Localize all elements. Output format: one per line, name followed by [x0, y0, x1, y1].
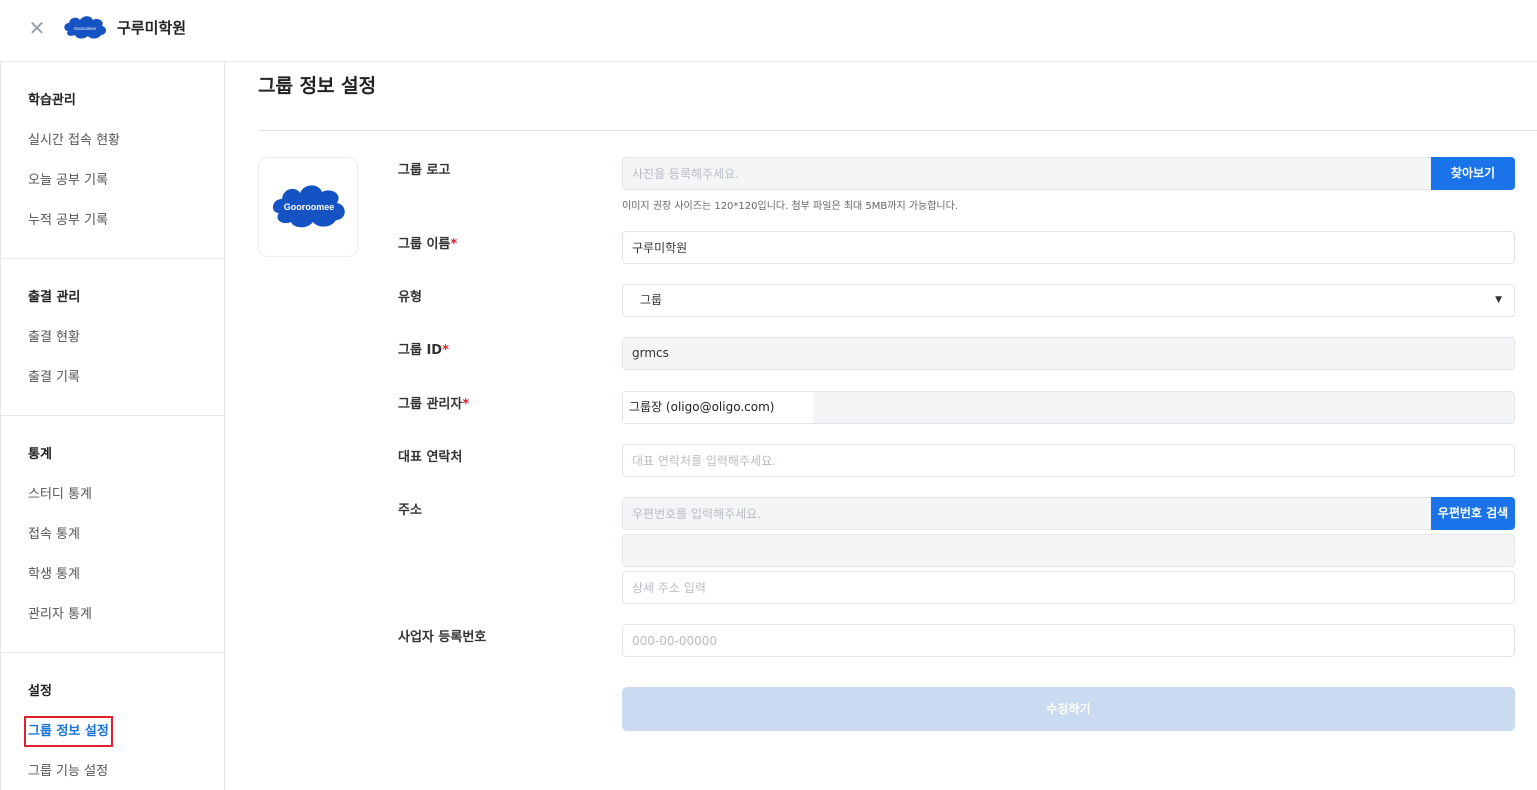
sidebar-item-group-info-settings[interactable]: 그룹 정보 설정 — [1, 716, 224, 759]
business-number-label: 사업자 등록번호 — [398, 630, 487, 645]
group-name-label-text: 그룹 이름 — [398, 237, 451, 252]
group-admin-label-text: 그룹 관리자 — [398, 397, 463, 412]
chevron-down-icon: ▼ — [1495, 295, 1502, 305]
sidebar-heading: 출결 관리 — [28, 290, 81, 305]
address-line-field — [622, 534, 1515, 567]
close-icon[interactable]: ✕ — [26, 17, 48, 39]
logo-file-input[interactable] — [622, 157, 1432, 190]
group-admin-label: 그룹 관리자* — [398, 393, 469, 412]
group-id-field: grmcs — [622, 337, 1515, 370]
group-name-input[interactable] — [622, 231, 1515, 264]
group-logo-image: Gooroomee — [272, 185, 345, 228]
address-detail-input[interactable] — [622, 571, 1515, 604]
top-bar: ✕ Gooroomee 구루미학원 — [0, 0, 1537, 62]
sidebar-section-attendance: 출결 관리 출결 현황 출결 기록 — [1, 259, 224, 416]
type-select-value: 그룹 — [640, 293, 663, 307]
sidebar-item-study-stats[interactable]: 스터디 통계 — [1, 482, 224, 522]
divider — [258, 130, 1537, 131]
group-logo-text: Gooroomee — [284, 202, 335, 212]
group-id-label: 그룹 ID* — [398, 339, 449, 358]
required-mark: * — [450, 237, 458, 252]
sidebar-item-label: 그룹 정보 설정 — [24, 716, 113, 747]
sidebar: 학습관리 실시간 접속 현황 오늘 공부 기록 누적 공부 기록 출결 관리 출… — [0, 62, 225, 790]
required-mark: * — [442, 343, 449, 358]
contact-input[interactable] — [622, 444, 1515, 477]
sidebar-section-settings: 설정 그룹 정보 설정 그룹 기능 설정 — [1, 653, 224, 790]
group-id-label-text: 그룹 ID — [398, 343, 443, 358]
submit-button[interactable]: 수정하기 — [622, 687, 1515, 731]
group-admin-value: 그룹장 (oligo@oligo.com) — [623, 392, 813, 423]
group-name-label: 그룹 이름* — [398, 233, 457, 252]
app-logo-text: Gooroomee — [74, 26, 97, 31]
business-number-input[interactable] — [622, 624, 1515, 657]
browse-button[interactable]: 찾아보기 — [1431, 157, 1515, 190]
app-title: 구루미학원 — [117, 19, 187, 37]
sidebar-item-student-stats[interactable]: 학생 통계 — [1, 562, 224, 602]
type-select[interactable]: 그룹 ▼ — [622, 284, 1515, 317]
group-logo-preview: Gooroomee — [258, 157, 358, 257]
sidebar-heading: 학습관리 — [28, 93, 76, 108]
logo-hint: 이미지 권장 사이즈는 120*120입니다. 첨부 파일은 최대 5MB까지 … — [622, 201, 959, 212]
sidebar-item-attendance-status[interactable]: 출결 현황 — [1, 325, 224, 365]
contact-label: 대표 연락처 — [398, 450, 463, 465]
sidebar-section-stats: 통계 스터디 통계 접속 통계 학생 통계 관리자 통계 — [1, 416, 224, 653]
sidebar-heading: 통계 — [28, 447, 52, 462]
address-label: 주소 — [398, 503, 422, 518]
type-label: 유형 — [398, 290, 422, 305]
sidebar-section-learning: 학습관리 실시간 접속 현황 오늘 공부 기록 누적 공부 기록 — [1, 62, 224, 259]
logo-label: 그룹 로고 — [398, 163, 451, 178]
main-content: 그룹 정보 설정 Gooroomee 그룹 로고 찾아보기 이미지 권장 사이즈… — [225, 62, 1537, 790]
app-logo: Gooroomee — [64, 16, 107, 39]
group-admin-field[interactable]: 그룹장 (oligo@oligo.com) — [622, 391, 1515, 424]
required-mark: * — [462, 397, 470, 412]
sidebar-item-realtime-access[interactable]: 실시간 접속 현황 — [1, 128, 224, 168]
sidebar-item-access-stats[interactable]: 접속 통계 — [1, 522, 224, 562]
sidebar-item-today-study[interactable]: 오늘 공부 기록 — [1, 168, 224, 208]
page-title: 그룹 정보 설정 — [258, 75, 377, 97]
sidebar-item-admin-stats[interactable]: 관리자 통계 — [1, 602, 224, 642]
zipcode-search-button[interactable]: 우편번호 검색 — [1431, 497, 1515, 530]
sidebar-item-total-study[interactable]: 누적 공부 기록 — [1, 208, 224, 248]
sidebar-item-group-feature-settings[interactable]: 그룹 기능 설정 — [1, 759, 224, 790]
sidebar-heading: 설정 — [28, 684, 52, 699]
sidebar-item-attendance-records[interactable]: 출결 기록 — [1, 365, 224, 405]
zipcode-input[interactable] — [622, 497, 1432, 530]
